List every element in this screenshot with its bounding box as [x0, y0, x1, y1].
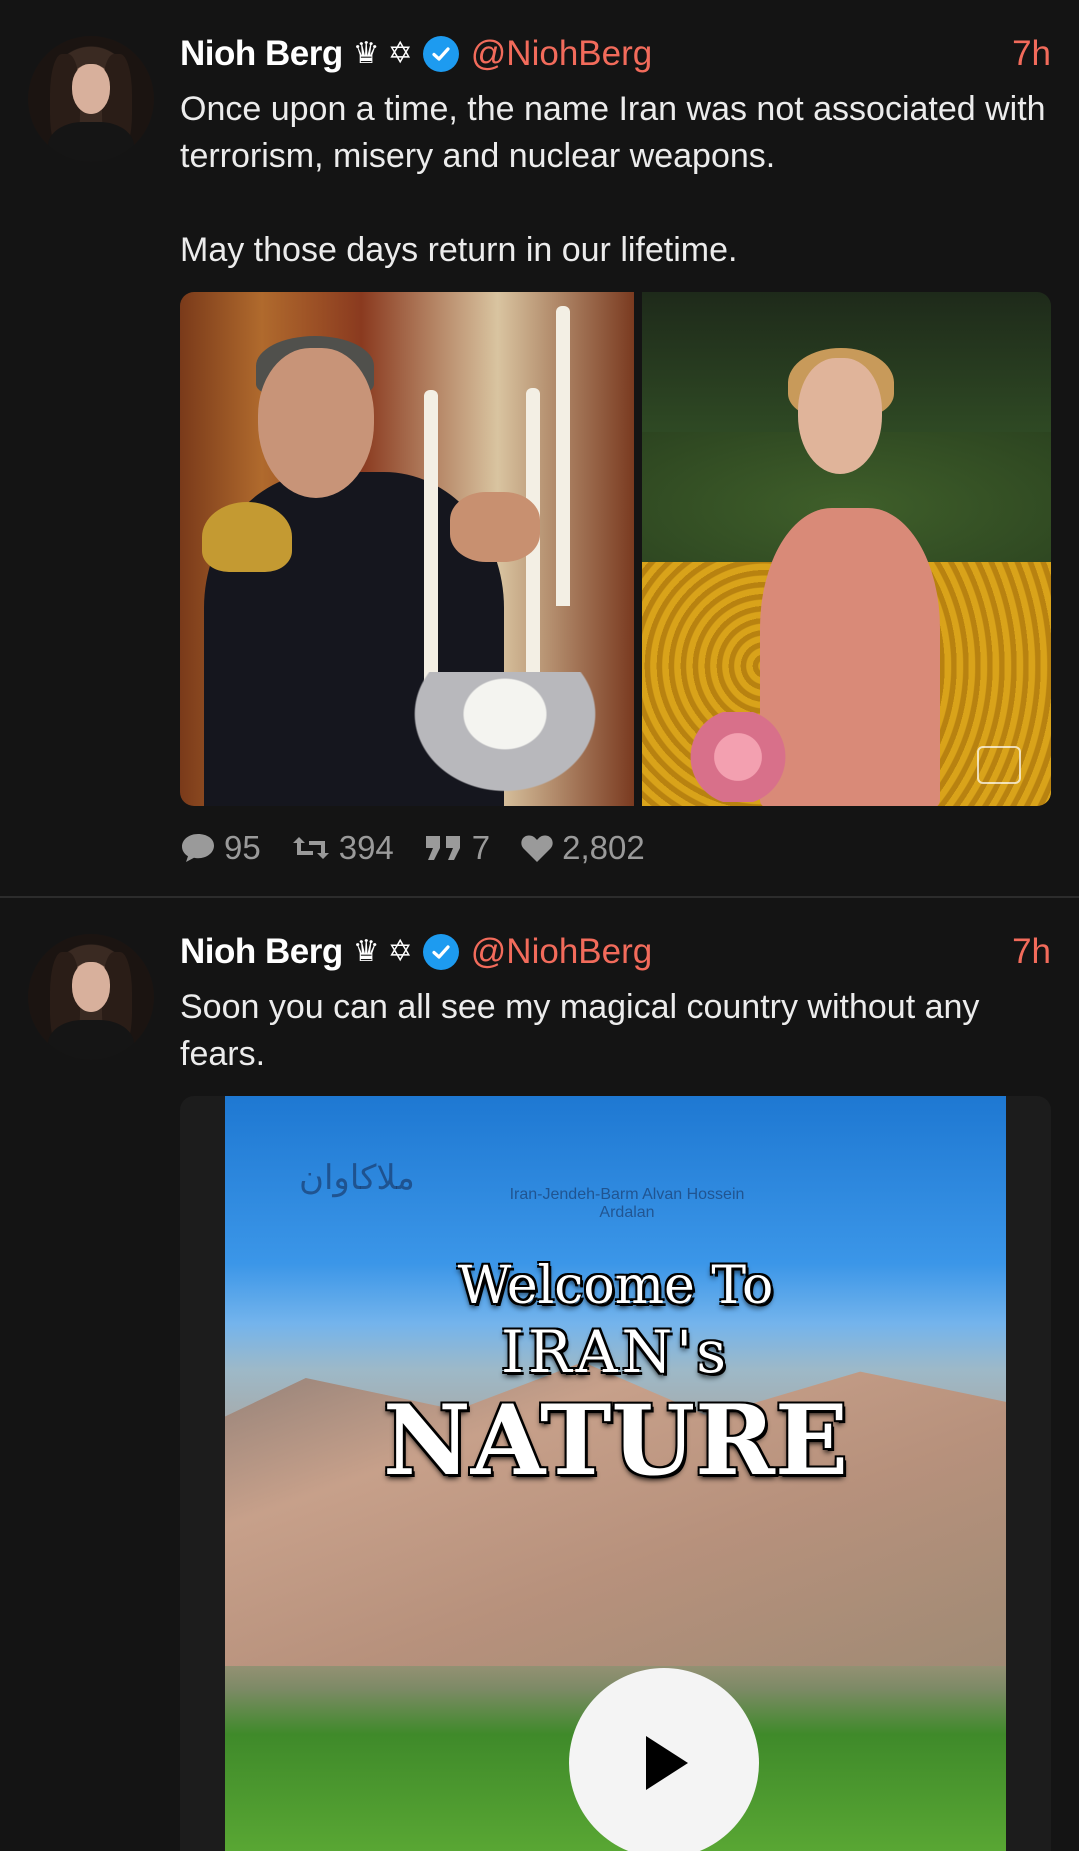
tweet-stats: 95 394 7 2,802	[180, 828, 1051, 868]
tweet-header: Nioh Berg ♛ ✡ @NiohBerg 7h	[180, 34, 1051, 74]
star-of-david-icon: ✡	[387, 37, 413, 70]
reply-button[interactable]: 95	[180, 829, 261, 867]
video-title-line-1: Welcome To	[457, 1256, 774, 1316]
watermark-logo: ملاکاوان	[299, 1158, 415, 1198]
video-title-line-2: IRAN's	[501, 1318, 730, 1386]
tweet-text: Soon you can all see my magical country …	[180, 988, 989, 1073]
like-button[interactable]: 2,802	[520, 829, 645, 867]
retweet-icon	[292, 837, 329, 859]
like-count: 2,802	[562, 829, 645, 866]
quote-button[interactable]: 7	[424, 829, 490, 867]
play-icon	[646, 1736, 688, 1790]
crown-icon: ♛	[352, 935, 380, 968]
quote-count: 7	[471, 829, 491, 866]
author-name[interactable]: Nioh Berg	[180, 34, 343, 74]
watermark-credit: Iran-Jendeh-Barm Alvan Hossein Ardalan	[509, 1186, 745, 1221]
crown-icon: ♛	[352, 37, 380, 70]
reply-count: 95	[224, 829, 261, 866]
author-handle[interactable]: @NiohBerg	[471, 932, 652, 972]
video-player[interactable]: ملاکاوان Iran-Jendeh-Barm Alvan Hossein …	[180, 1096, 1051, 1851]
quote-icon	[425, 836, 460, 860]
photo-king-candles[interactable]	[180, 292, 634, 806]
emblem-icon	[977, 746, 1021, 784]
tweet-timestamp[interactable]: 7h	[1012, 34, 1051, 74]
tweet-header: Nioh Berg ♛ ✡ @NiohBerg 7h	[180, 932, 1051, 972]
tweet-text: Once upon a time, the name Iran was not …	[180, 90, 1046, 269]
play-button[interactable]	[569, 1668, 759, 1851]
star-of-david-icon: ✡	[387, 935, 413, 968]
verified-badge-icon	[422, 934, 459, 970]
video-title-line-3: NATURE	[382, 1384, 849, 1497]
photo-queen-garden[interactable]	[642, 292, 1051, 806]
reply-icon	[182, 834, 214, 862]
tweet[interactable]: Nioh Berg ♛ ✡ @NiohBerg 7h Once upon a t…	[0, 0, 1079, 898]
tweet-timestamp[interactable]: 7h	[1012, 932, 1051, 972]
tweet[interactable]: Nioh Berg ♛ ✡ @NiohBerg 7h Soon you can …	[0, 898, 1079, 1851]
video-thumbnail[interactable]: ملاکاوان Iran-Jendeh-Barm Alvan Hossein …	[225, 1096, 1006, 1851]
verified-badge-icon	[422, 36, 459, 72]
avatar[interactable]	[28, 36, 154, 162]
timeline-feed: Nioh Berg ♛ ✡ @NiohBerg 7h Once upon a t…	[0, 0, 1079, 1851]
author-name[interactable]: Nioh Berg	[180, 932, 343, 972]
author-handle[interactable]: @NiohBerg	[471, 34, 652, 74]
retweet-count: 394	[338, 829, 394, 866]
avatar[interactable]	[28, 934, 154, 1060]
retweet-button[interactable]: 394	[291, 829, 394, 867]
heart-icon	[521, 835, 553, 862]
media-grid	[180, 292, 1051, 806]
